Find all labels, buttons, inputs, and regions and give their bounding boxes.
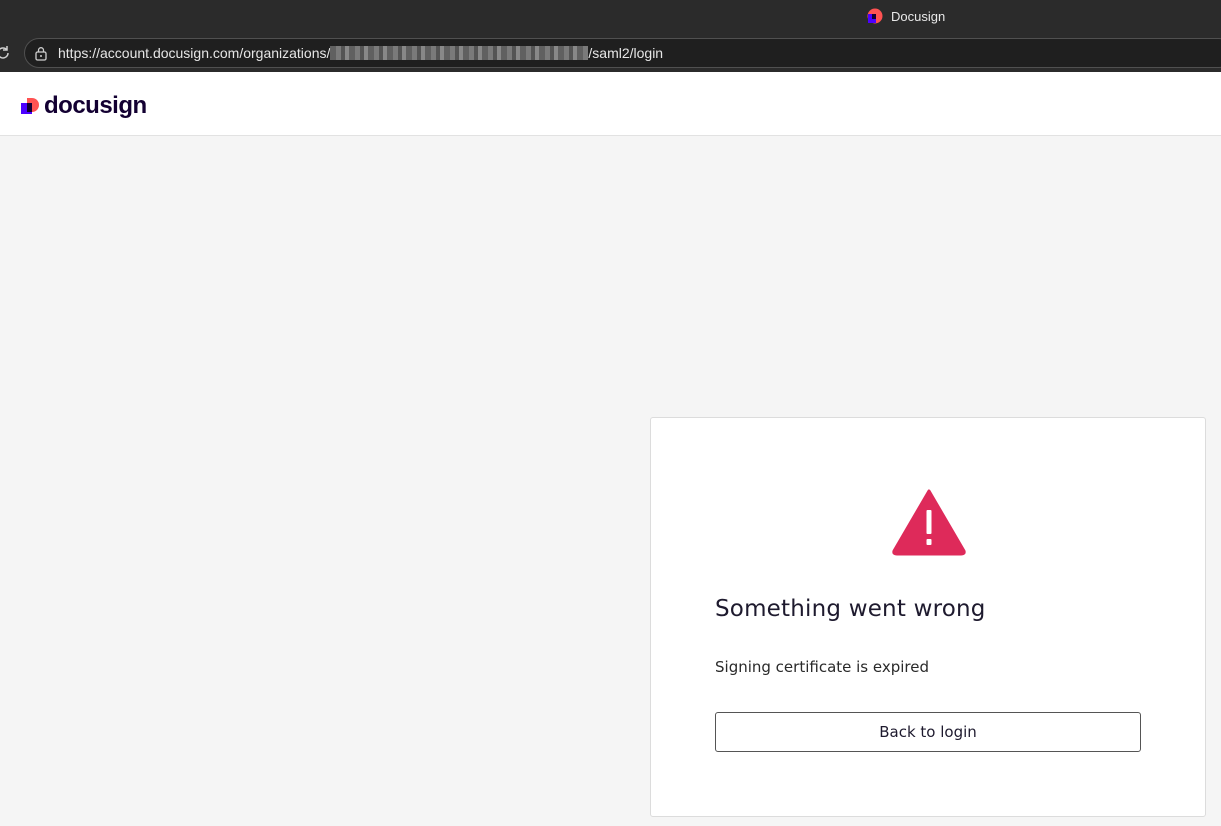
tab-title-text: Docusign — [891, 9, 946, 24]
lock-icon[interactable] — [34, 46, 48, 61]
docusign-logo[interactable]: docusign — [21, 92, 147, 120]
docusign-favicon-icon — [866, 8, 883, 25]
url-text: https://account.docusign.com/organizatio… — [58, 45, 663, 61]
error-title: Something went wrong — [715, 596, 986, 622]
reload-icon[interactable] — [0, 44, 12, 62]
browser-titlebar: Docusign — [0, 0, 1221, 36]
url-suffix: /saml2/login — [588, 45, 664, 61]
address-bar[interactable]: https://account.docusign.com/organizatio… — [24, 38, 1221, 68]
url-redacted-segment — [330, 46, 589, 60]
logo-text: docusign — [44, 92, 147, 119]
docusign-logo-mark-icon — [21, 96, 39, 116]
browser-tab[interactable]: Docusign — [866, 8, 945, 25]
back-to-login-button[interactable]: Back to login — [715, 712, 1141, 752]
page-header: docusign — [0, 72, 1221, 136]
url-prefix: https://account.docusign.com/organizatio… — [58, 45, 331, 61]
error-card: Something went wrong Signing certificate… — [650, 417, 1206, 817]
warning-triangle-icon — [891, 488, 967, 556]
browser-toolbar: https://account.docusign.com/organizatio… — [0, 36, 1221, 72]
error-message: Signing certificate is expired — [715, 658, 930, 676]
